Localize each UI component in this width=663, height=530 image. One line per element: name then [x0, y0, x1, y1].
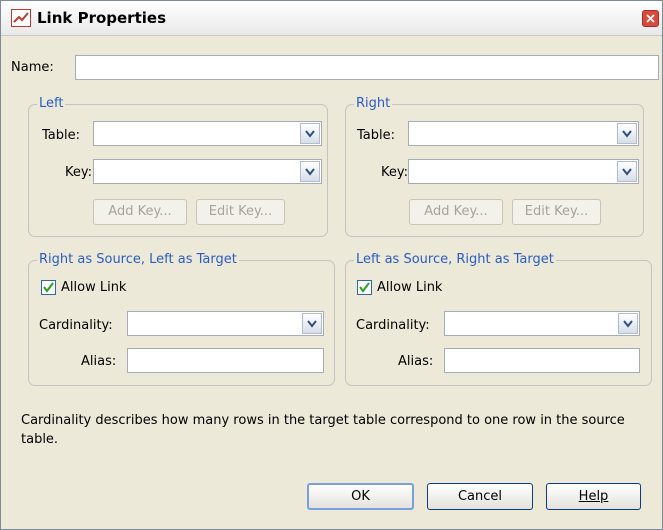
right-table-select[interactable] [408, 121, 639, 146]
ls-rt-group-legend: Left as Source, Right as Target [354, 252, 556, 267]
left-table-label: Table: [42, 128, 80, 143]
chevron-down-icon[interactable] [300, 161, 320, 182]
left-add-key-button[interactable]: Add Key... [93, 199, 187, 225]
help-button-label: Help [578, 489, 609, 504]
right-add-key-button[interactable]: Add Key... [409, 199, 503, 225]
left-edit-key-button[interactable]: Edit Key... [196, 199, 285, 225]
chevron-down-icon[interactable] [617, 123, 637, 144]
right-key-label: Key: [381, 165, 409, 180]
chevron-down-icon[interactable] [617, 161, 637, 182]
ls-rt-alias-label: Alias: [398, 354, 434, 369]
chevron-down-icon[interactable] [300, 123, 320, 144]
left-key-select[interactable] [93, 159, 322, 184]
left-table-select[interactable] [93, 121, 322, 146]
checkmark-icon [43, 282, 54, 293]
ls-rt-allow-link-label[interactable]: Allow Link [377, 280, 442, 295]
close-button[interactable] [642, 10, 659, 27]
name-label: Name: [11, 60, 54, 75]
right-table-label: Table: [357, 128, 395, 143]
right-key-select[interactable] [408, 159, 639, 184]
rs-lt-allow-link-checkbox[interactable] [41, 280, 56, 295]
close-icon [646, 14, 655, 23]
ls-rt-cardinality-select[interactable] [444, 311, 640, 336]
right-edit-key-button[interactable]: Edit Key... [512, 199, 601, 225]
left-group-legend: Left [37, 96, 66, 111]
name-field[interactable] [75, 55, 659, 80]
link-properties-dialog: Link Properties Name: Left Table: Key: A… [0, 0, 663, 530]
ls-rt-cardinality-label: Cardinality: [356, 318, 430, 333]
link-properties-icon [11, 9, 31, 27]
checkmark-icon [359, 282, 370, 293]
rs-lt-allow-link-label[interactable]: Allow Link [61, 280, 126, 295]
chevron-down-icon[interactable] [302, 313, 322, 334]
left-key-label: Key: [65, 165, 93, 180]
help-button[interactable]: Help [546, 483, 641, 510]
cardinality-description: Cardinality describes how many rows in t… [21, 413, 625, 447]
rs-lt-alias-label: Alias: [81, 354, 117, 369]
cancel-button[interactable]: Cancel [427, 483, 533, 510]
title-bar: Link Properties [1, 1, 662, 36]
rs-lt-group-legend: Right as Source, Left as Target [37, 252, 239, 267]
ok-button[interactable]: OK [307, 483, 414, 510]
window-title: Link Properties [37, 9, 166, 27]
rs-lt-alias-field[interactable] [127, 348, 324, 373]
right-group-legend: Right [354, 96, 393, 111]
ls-rt-alias-field[interactable] [444, 348, 640, 373]
chevron-down-icon[interactable] [618, 313, 638, 334]
rs-lt-cardinality-label: Cardinality: [39, 318, 113, 333]
ls-rt-allow-link-checkbox[interactable] [357, 280, 372, 295]
rs-lt-cardinality-select[interactable] [127, 311, 324, 336]
